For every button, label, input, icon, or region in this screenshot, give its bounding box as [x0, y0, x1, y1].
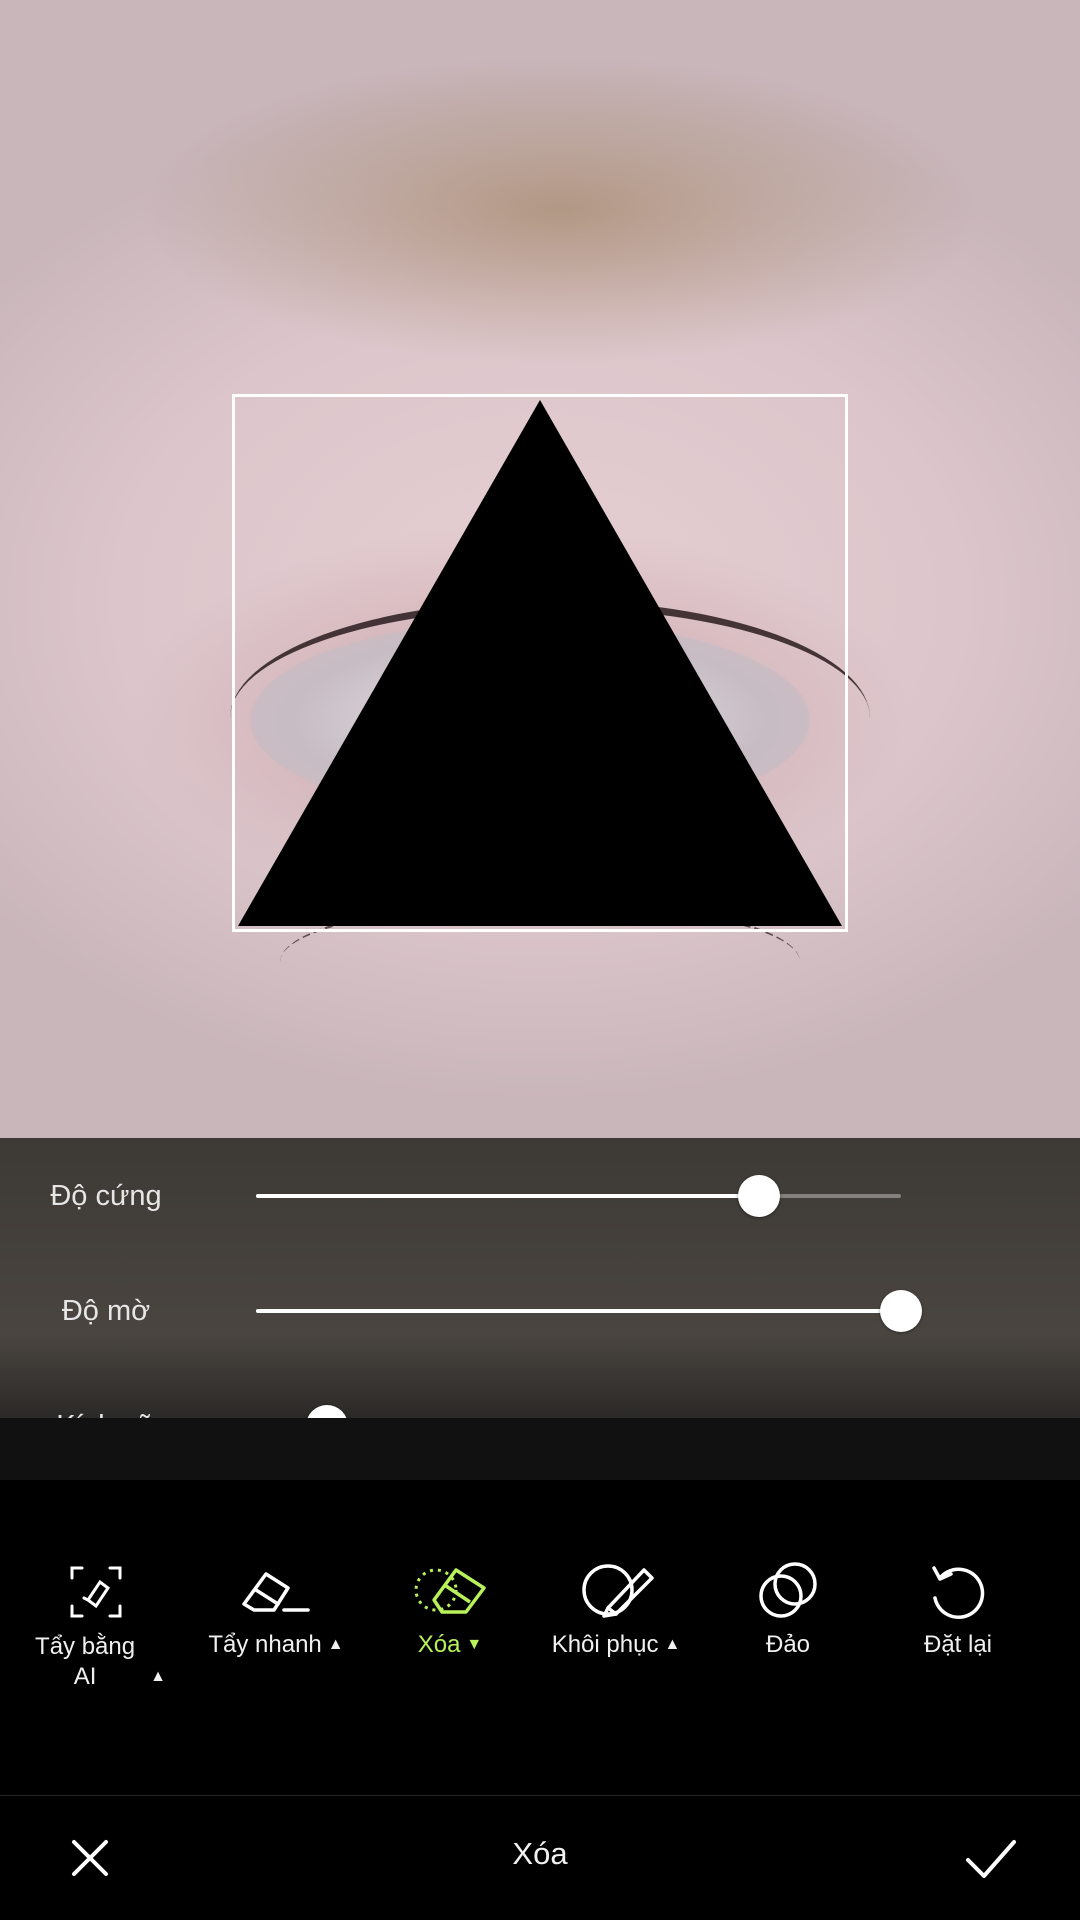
caret-up-icon: ▲: [664, 1636, 681, 1653]
caret-down-icon: ▼: [466, 1636, 483, 1653]
brush-settings-panel: Độ cứng Độ mờ Kích cỡ: [0, 1138, 1080, 1447]
restore-brush-icon: [582, 1564, 654, 1618]
tool-bar: Tẩy bằng AI ▲ Tẩy nhanh ▲ Xóa ▼ Khôi phụ…: [0, 1480, 1080, 1795]
tool-restore[interactable]: Khôi phục ▲: [536, 1560, 696, 1660]
selection-frame[interactable]: [232, 394, 848, 932]
hardness-fill: [256, 1194, 760, 1198]
tool-ai-eraser[interactable]: Tẩy bằng AI ▲: [16, 1562, 176, 1692]
blur-fill: [256, 1309, 901, 1313]
blur-label: Độ mờ: [61, 1295, 151, 1327]
tool-quick-eraser-label: Tẩy nhanh: [208, 1631, 322, 1658]
checkmark-icon: [966, 1840, 1016, 1878]
tool-erase-label: Xóa: [417, 1631, 461, 1658]
erase-icon: [414, 1568, 486, 1614]
reset-icon: [932, 1566, 985, 1619]
invert-icon: [759, 1562, 817, 1618]
tool-quick-eraser[interactable]: Tẩy nhanh ▲: [196, 1560, 356, 1660]
tool-erase[interactable]: Xóa ▼: [370, 1560, 530, 1660]
screen-title: Xóa: [512, 1836, 568, 1871]
blur-thumb[interactable]: [880, 1290, 922, 1332]
opacity-slider-row: Độ mờ: [0, 1281, 1080, 1341]
bottom-bar: Xóa: [0, 1796, 1080, 1920]
hardness-thumb[interactable]: [738, 1175, 781, 1217]
confirm-button[interactable]: [958, 1826, 1022, 1890]
tool-restore-label: Khôi phục: [551, 1631, 659, 1658]
hardness-label: Độ cứng: [50, 1180, 162, 1212]
hardness-slider-row: Độ cứng: [0, 1166, 1080, 1226]
quick-eraser-icon: [242, 1572, 310, 1612]
tool-invert[interactable]: Đảo: [708, 1560, 868, 1660]
caret-up-icon: ▲: [150, 1668, 166, 1685]
ai-eraser-icon: [70, 1566, 122, 1618]
panel-spacer: [0, 1418, 1080, 1480]
tool-reset[interactable]: Đặt lại: [878, 1560, 1038, 1660]
caret-up-icon: ▲: [327, 1636, 344, 1653]
tool-invert-label: Đảo: [765, 1631, 811, 1658]
tool-ai-eraser-label: Tẩy bằng AI: [35, 1633, 136, 1690]
photo-canvas[interactable]: [0, 0, 1080, 1140]
tool-reset-label: Đặt lại: [923, 1631, 993, 1658]
